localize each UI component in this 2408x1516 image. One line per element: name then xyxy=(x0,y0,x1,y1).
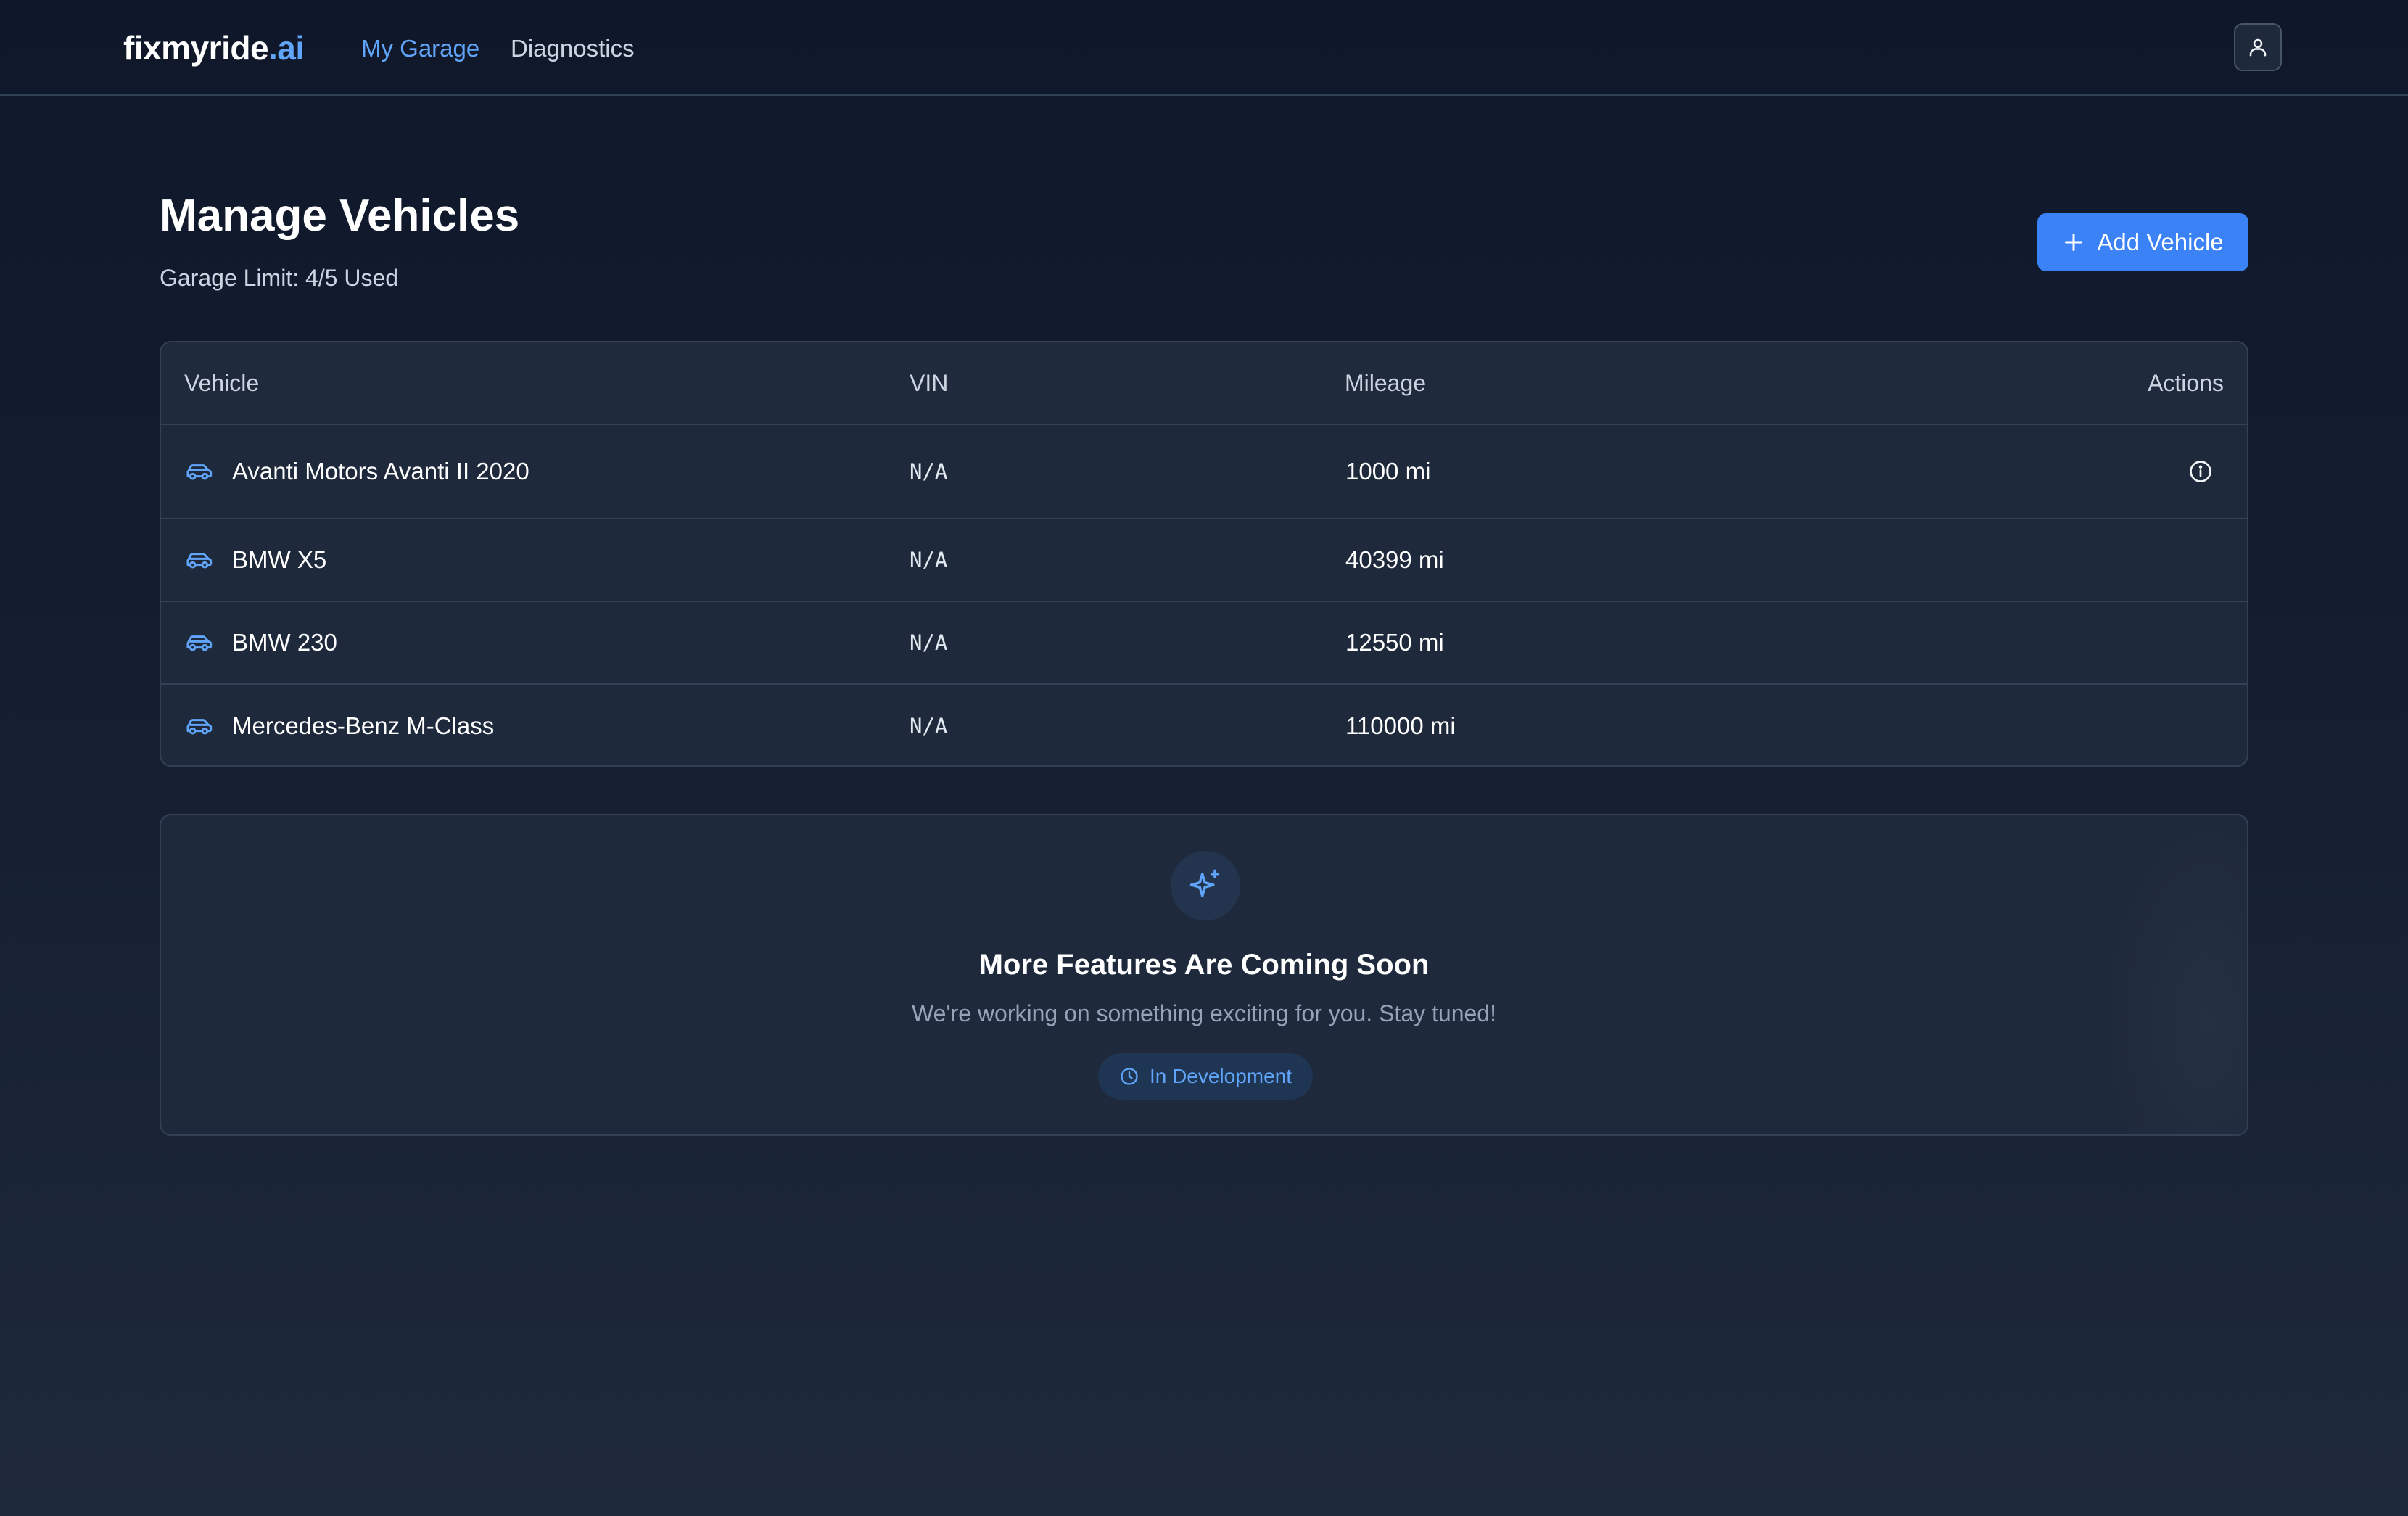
car-icon xyxy=(184,712,213,741)
vehicle-name: Mercedes-Benz M-Class xyxy=(232,712,495,739)
car-icon xyxy=(184,457,213,486)
vehicle-vin: N/A xyxy=(910,459,948,484)
user-menu-button[interactable] xyxy=(2234,23,2282,71)
column-header-vin: VIN xyxy=(910,370,949,396)
vehicle-mileage: 40399 mi xyxy=(1345,546,1444,573)
table-row[interactable]: Mercedes-Benz M-Class N/A 110000 mi xyxy=(161,685,2247,765)
info-icon[interactable] xyxy=(2186,457,2215,486)
table-header: Vehicle VIN Mileage Actions xyxy=(161,342,2247,425)
add-vehicle-button[interactable]: Add Vehicle xyxy=(2037,213,2248,271)
brand-logo[interactable]: fixmyride.ai xyxy=(123,26,305,70)
coming-soon-card: More Features Are Coming Soon We're work… xyxy=(160,814,2248,1136)
garage-limit-text: Garage Limit: 4/5 Used xyxy=(160,265,399,291)
vehicle-mileage: 110000 mi xyxy=(1345,712,1456,739)
column-header-vehicle: Vehicle xyxy=(184,370,260,396)
vehicle-vin: N/A xyxy=(910,548,948,572)
vehicle-vin: N/A xyxy=(910,630,948,655)
column-header-actions: Actions xyxy=(2148,370,2224,396)
page-title: Manage Vehicles xyxy=(160,191,520,241)
coming-soon-subtitle: We're working on something exciting for … xyxy=(912,1000,1496,1026)
vehicles-table: Vehicle VIN Mileage Actions Avanti Motor… xyxy=(160,341,2248,767)
car-icon xyxy=(184,545,213,574)
vehicle-name: BMW X5 xyxy=(232,546,327,573)
nav-link-my-garage[interactable]: My Garage xyxy=(361,33,479,64)
vehicle-mileage: 12550 mi xyxy=(1345,629,1444,656)
sparkles-icon xyxy=(1189,869,1220,897)
vehicle-mileage: 1000 mi xyxy=(1345,458,1431,485)
user-icon xyxy=(2249,38,2267,57)
car-icon xyxy=(184,628,213,657)
plus-icon xyxy=(2065,233,2083,252)
status-badge: In Development xyxy=(1098,1053,1313,1100)
brand-name: fixmyride xyxy=(123,29,269,67)
vehicle-name: BMW 230 xyxy=(232,629,337,656)
status-badge-label: In Development xyxy=(1149,1065,1292,1087)
brand-accent: .ai xyxy=(268,29,305,67)
table-row[interactable]: Avanti Motors Avanti II 2020 N/A 1000 mi xyxy=(161,425,2247,519)
table-row[interactable]: BMW 230 N/A 12550 mi xyxy=(161,602,2247,685)
table-row[interactable]: BMW X5 N/A 40399 mi xyxy=(161,519,2247,602)
clock-icon xyxy=(1121,1068,1138,1085)
column-header-mileage: Mileage xyxy=(1345,370,1427,396)
nav-link-diagnostics[interactable]: Diagnostics xyxy=(511,33,635,64)
vehicle-vin: N/A xyxy=(910,713,948,738)
add-vehicle-label: Add Vehicle xyxy=(2097,228,2224,255)
top-navbar: fixmyride.ai My Garage Diagnostics xyxy=(0,0,2408,96)
vehicle-name: Avanti Motors Avanti II 2020 xyxy=(232,458,529,485)
sparkles-icon-badge xyxy=(1171,851,1240,920)
coming-soon-title: More Features Are Coming Soon xyxy=(978,949,1430,981)
